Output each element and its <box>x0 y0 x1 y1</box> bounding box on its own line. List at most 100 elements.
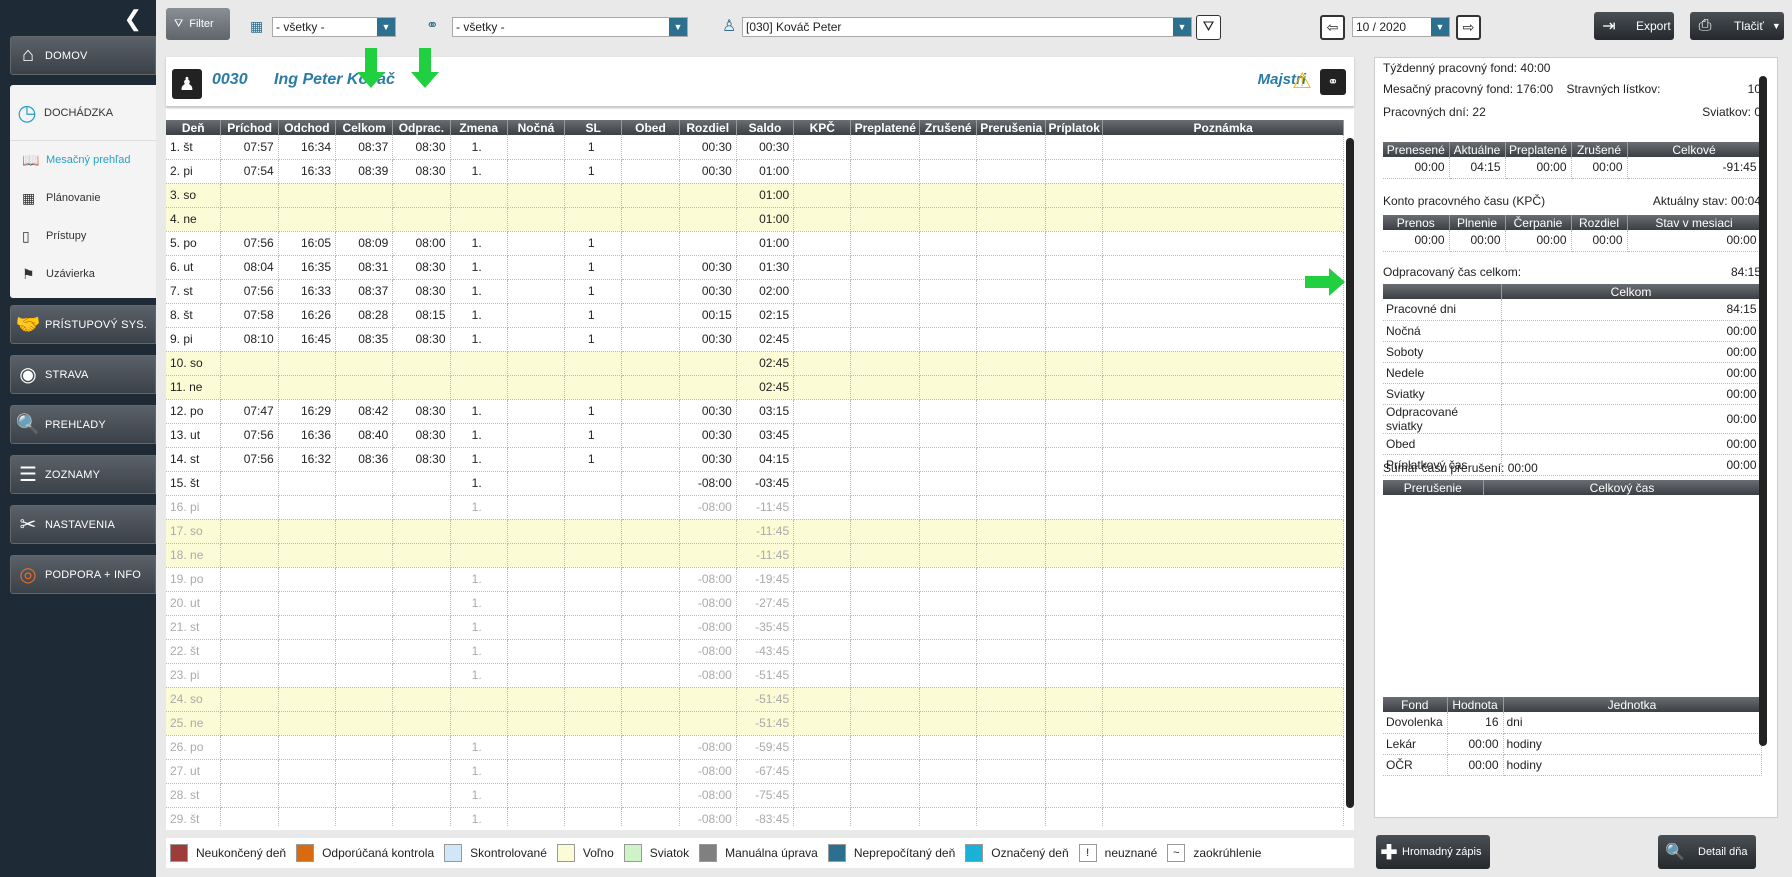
table-cell[interactable] <box>335 807 394 826</box>
table-cell[interactable]: 03:15 <box>736 399 795 424</box>
table-cell[interactable]: 00:30 <box>679 423 737 448</box>
table-cell[interactable] <box>793 279 852 304</box>
table-row[interactable]: 2. pi 07:54 16:33 08:39 08:30 1. 1 00:30 01:00 <box>166 159 1344 184</box>
table-cell[interactable] <box>850 231 921 256</box>
table-cell[interactable] <box>793 591 852 616</box>
table-cell[interactable]: 08:04 <box>220 255 279 280</box>
table-cell[interactable] <box>621 303 680 328</box>
table-cell[interactable] <box>976 687 1047 712</box>
table-cell[interactable]: 16:26 <box>278 303 337 328</box>
table-cell[interactable]: -51:45 <box>736 711 795 736</box>
table-cell[interactable] <box>679 183 737 208</box>
table-cell[interactable] <box>1102 399 1344 424</box>
table-cell[interactable] <box>919 615 978 640</box>
table-cell[interactable] <box>1102 519 1344 544</box>
table-cell[interactable] <box>850 399 921 424</box>
nav-domov[interactable]: ⌂ DOMOV <box>10 36 156 75</box>
table-cell[interactable] <box>793 327 852 352</box>
table-cell[interactable] <box>919 783 978 808</box>
table-cell[interactable] <box>621 615 680 640</box>
table-cell[interactable]: 1. <box>450 279 508 304</box>
table-cell[interactable] <box>793 495 852 520</box>
table-row[interactable]: 18. ne -11:45 <box>166 543 1344 568</box>
table-cell[interactable]: -11:45 <box>736 495 795 520</box>
table-cell[interactable] <box>564 591 623 616</box>
table-cell[interactable]: -83:45 <box>736 807 795 826</box>
table-cell[interactable] <box>220 615 279 640</box>
table-cell[interactable] <box>278 615 337 640</box>
table-cell[interactable]: 08:39 <box>335 159 394 184</box>
table-cell[interactable] <box>392 351 451 376</box>
table-cell[interactable] <box>450 375 508 400</box>
table-cell[interactable] <box>976 447 1047 472</box>
table-cell[interactable]: 1 <box>564 255 623 280</box>
table-cell[interactable]: 07:57 <box>220 135 279 160</box>
table-cell[interactable] <box>793 231 852 256</box>
table-cell[interactable] <box>679 543 737 568</box>
table-cell[interactable]: 08:42 <box>335 399 394 424</box>
table-cell[interactable] <box>793 543 852 568</box>
column-header[interactable]: Príchod <box>220 120 279 135</box>
table-cell[interactable]: 14. st <box>166 447 222 472</box>
structure-button[interactable]: ⚭ <box>1320 69 1346 95</box>
column-header[interactable]: Saldo <box>736 120 795 135</box>
table-cell[interactable] <box>976 591 1047 616</box>
table-cell[interactable] <box>392 495 451 520</box>
table-cell[interactable]: 1. <box>450 663 508 688</box>
table-cell[interactable] <box>220 519 279 544</box>
table-cell[interactable] <box>1102 135 1344 160</box>
table-cell[interactable] <box>1045 399 1104 424</box>
table-cell[interactable] <box>564 183 623 208</box>
table-cell[interactable] <box>1102 615 1344 640</box>
subnav-pristupy[interactable]: ▯ Prístupy <box>10 217 156 255</box>
table-cell[interactable] <box>392 207 451 232</box>
column-header[interactable]: Príplatok <box>1045 120 1104 135</box>
table-cell[interactable] <box>278 543 337 568</box>
table-cell[interactable]: 00:30 <box>679 255 737 280</box>
table-cell[interactable] <box>621 183 680 208</box>
table-cell[interactable]: 08:30 <box>392 327 451 352</box>
table-cell[interactable]: 2. pi <box>166 159 222 184</box>
table-cell[interactable] <box>679 207 737 232</box>
previous-month-button[interactable]: ⇦ <box>1320 15 1345 40</box>
table-cell[interactable] <box>919 735 978 760</box>
table-row[interactable]: 3. so 01:00 <box>166 183 1344 208</box>
table-cell[interactable]: 00:30 <box>679 447 737 472</box>
table-cell[interactable] <box>220 471 279 496</box>
table-cell[interactable] <box>507 447 566 472</box>
table-cell[interactable] <box>278 663 337 688</box>
table-cell[interactable] <box>335 783 394 808</box>
table-cell[interactable] <box>450 351 508 376</box>
table-cell[interactable] <box>507 183 566 208</box>
table-cell[interactable]: 08:36 <box>335 447 394 472</box>
table-cell[interactable]: -08:00 <box>679 495 737 520</box>
table-cell[interactable] <box>507 399 566 424</box>
table-cell[interactable]: -27:45 <box>736 591 795 616</box>
table-cell[interactable] <box>1045 519 1104 544</box>
table-cell[interactable] <box>919 135 978 160</box>
table-cell[interactable]: 7. st <box>166 279 222 304</box>
table-cell[interactable] <box>976 783 1047 808</box>
table-cell[interactable] <box>507 807 566 826</box>
export-button[interactable]: ⇥ Export <box>1594 12 1674 40</box>
table-cell[interactable]: 08:28 <box>335 303 394 328</box>
table-cell[interactable] <box>976 327 1047 352</box>
table-cell[interactable]: 1. <box>450 447 508 472</box>
subnav-uzavierka[interactable]: ⚑ Uzávierka <box>10 255 156 293</box>
table-cell[interactable] <box>793 351 852 376</box>
table-cell[interactable] <box>1102 783 1344 808</box>
table-cell[interactable] <box>507 351 566 376</box>
table-cell[interactable]: 1 <box>564 231 623 256</box>
table-cell[interactable] <box>793 687 852 712</box>
table-cell[interactable] <box>621 807 680 826</box>
table-cell[interactable] <box>392 783 451 808</box>
table-cell[interactable] <box>621 591 680 616</box>
table-cell[interactable] <box>621 279 680 304</box>
table-cell[interactable] <box>621 423 680 448</box>
filter-button[interactable]: ⛛ Filter <box>166 8 230 40</box>
nav-strava[interactable]: ◉ STRAVA <box>10 355 156 394</box>
table-cell[interactable] <box>919 375 978 400</box>
table-cell[interactable]: 11. ne <box>166 375 222 400</box>
table-cell[interactable] <box>850 135 921 160</box>
grid-scrollbar[interactable] <box>1346 120 1354 826</box>
